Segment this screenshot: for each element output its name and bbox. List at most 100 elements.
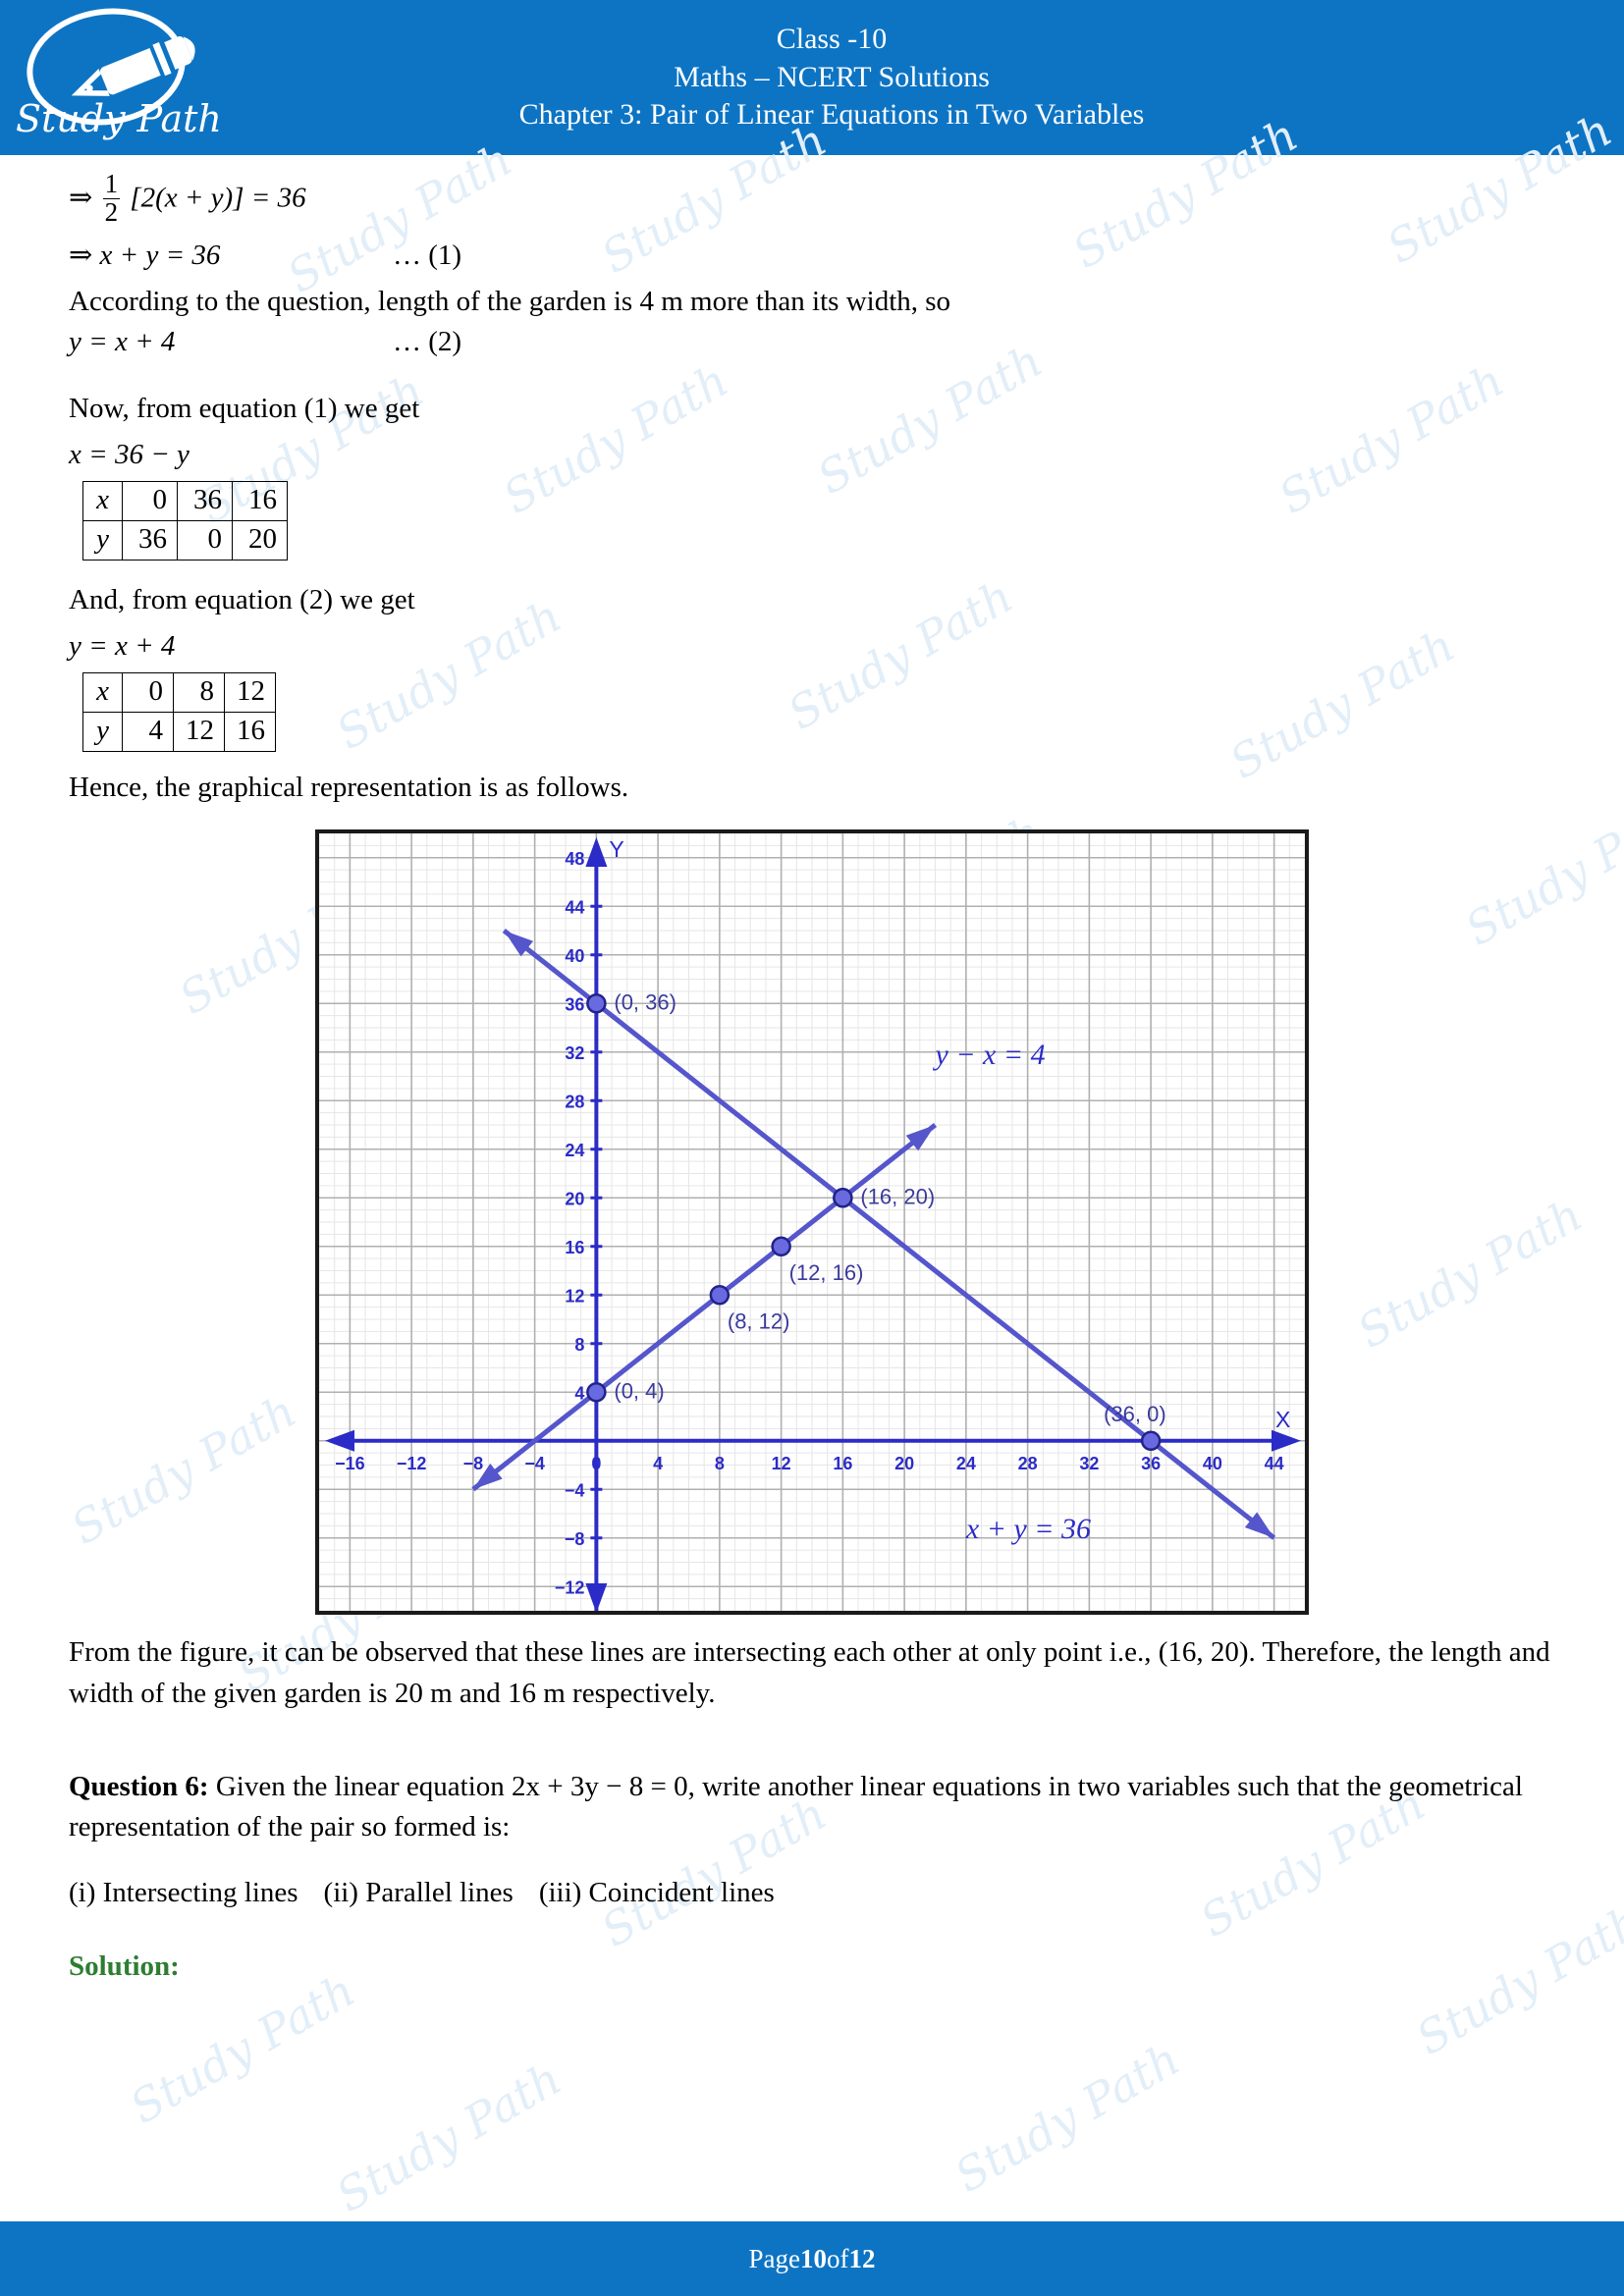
expression-y: y = x + 4	[69, 630, 176, 663]
y-tick-label: 36	[565, 995, 584, 1015]
equation-1: ⇒ x + y = 36	[69, 240, 221, 271]
point-marker	[1140, 1430, 1162, 1452]
point-label: (0, 36)	[614, 990, 677, 1015]
x-tick-label: 16	[833, 1454, 852, 1473]
footer-page-number: 10	[799, 2243, 827, 2273]
y-axis-arrow-up	[585, 837, 608, 868]
table2-row0-cell0: 0	[122, 672, 174, 714]
table1-row1-cell1: 0	[177, 519, 233, 561]
paragraph-from-figure: From the figure, it can be observed that…	[69, 1636, 1550, 1709]
fraction-denominator: 2	[102, 196, 121, 227]
equation-2-row: y = x + 4 … (2)	[69, 322, 1555, 362]
data-point-1-1	[709, 1285, 731, 1306]
x-tick-label: 8	[715, 1454, 725, 1473]
point-label: (36, 0)	[1104, 1402, 1166, 1426]
table2-row1-label: y	[82, 712, 123, 753]
y-tick-label: 44	[565, 898, 584, 918]
table2-row1-cell0: 4	[122, 712, 174, 753]
graph-frame: X Y −16 −12 −8 −4 0 4 8 12 16 20 24 28 32 36 40 44 −12 −8 −4…	[315, 829, 1309, 1616]
y-tick-label: 16	[565, 1238, 584, 1257]
x-tick-label: −4	[524, 1454, 545, 1473]
table1-row0-cell2: 16	[232, 480, 288, 521]
values-table-2: x 0 8 12 y 4 12 16	[82, 672, 276, 753]
watermark: Study Path	[121, 1963, 364, 2134]
x-axis-arrow-left	[325, 1430, 354, 1453]
coordinate-graph: XY−16 −12 −8 −4 0 4 8 12 16 20 24 28 32 36 40 44−12−8−4…	[319, 833, 1305, 1612]
expression-x: x = 36 − y	[69, 438, 189, 470]
choice-iii: (iii) Coincident lines	[538, 1877, 775, 1909]
equation-2: y = x + 4	[69, 326, 176, 358]
table1-row1-cell2: 20	[232, 519, 288, 561]
data-point-0-2	[1140, 1430, 1162, 1452]
x-tick-label: 36	[1141, 1454, 1161, 1473]
point-marker	[709, 1285, 731, 1306]
x-axis-arrow-right	[1272, 1430, 1301, 1453]
x-tick-label: 4	[653, 1454, 663, 1473]
y-tick-label: 24	[565, 1141, 584, 1160]
point-label: (12, 16)	[789, 1260, 864, 1285]
y-tick-label: −12	[555, 1578, 585, 1598]
x-tick-label: −8	[463, 1454, 484, 1473]
fraction-one-half: 1 2	[102, 169, 121, 227]
choice-ii: (ii) Parallel lines	[323, 1877, 514, 1909]
graph-container: X Y −16 −12 −8 −4 0 4 8 12 16 20 24 28 32 36 40 44 −12 −8 −4…	[69, 829, 1555, 1616]
choice-i: (i) Intersecting lines	[69, 1877, 298, 1909]
paragraph-according: According to the question, length of the…	[69, 286, 951, 318]
point-label: (8, 12)	[728, 1309, 790, 1334]
fraction-numerator: 1	[104, 169, 119, 198]
table1-row0-cell0: 0	[122, 480, 178, 521]
text-now-from-eq1: Now, from equation (1) we get	[69, 392, 420, 424]
equation-label-0: x + y = 36	[965, 1513, 1091, 1545]
text-and-from-eq2: And, from equation (2) we get	[69, 583, 415, 615]
data-point-1-0	[586, 1382, 607, 1403]
table-row: x 0 8 12	[82, 672, 276, 714]
x-tick-label: 0	[591, 1454, 601, 1473]
equation-label-1: y − x = 4	[933, 1040, 1046, 1072]
table2-row0-cell1: 8	[173, 672, 225, 714]
table1-row1-cell0: 36	[122, 519, 178, 561]
x-tick-label: 44	[1265, 1454, 1284, 1473]
y-axis-label: Y	[609, 836, 623, 862]
x-tick-label: 20	[894, 1454, 914, 1473]
footer-total-pages: 12	[848, 2243, 876, 2273]
equation-1-tag: … (1)	[393, 240, 462, 271]
data-point-1-3	[833, 1188, 853, 1208]
point-marker	[833, 1188, 853, 1208]
equation-1-row: ⇒ x + y = 36 … (1)	[69, 236, 1555, 276]
x-tick-label: 24	[956, 1454, 976, 1473]
table2-row0-label: x	[82, 672, 123, 714]
point-marker	[771, 1236, 791, 1257]
point-label: (16, 20)	[860, 1185, 935, 1209]
page-header: Study Path Class -10 Maths – NCERT Solut…	[0, 0, 1624, 155]
question-6-text: Given the linear equation 2x + 3y − 8 = …	[69, 1770, 1523, 1842]
table-row: y 4 12 16	[82, 712, 276, 753]
implies-arrow: ⇒	[69, 182, 93, 214]
x-tick-label: 28	[1018, 1454, 1038, 1473]
logo-wordmark: Study Path	[16, 97, 222, 140]
x-tick-label: −16	[335, 1454, 365, 1473]
data-point-1-2	[771, 1236, 791, 1257]
text-hence: Hence, the graphical representation is a…	[69, 772, 629, 804]
table2-row1-cell1: 12	[173, 712, 225, 753]
choices-row: (i) Intersecting lines (ii) Parallel line…	[69, 1873, 1555, 1913]
values-table-1: x 0 36 16 y 36 0 20	[82, 480, 288, 561]
page-content: ⇒ 1 2 [2(x + y)] = 36 ⇒ x + y = 36 … (1)…	[0, 155, 1624, 1987]
point-marker	[586, 1382, 607, 1403]
equation-half-rest: [2(x + y)] = 36	[130, 182, 306, 214]
table1-row0-cell1: 36	[177, 480, 233, 521]
footer-prefix: Page	[748, 2243, 800, 2273]
page-footer: Page 10 of 12	[0, 2221, 1624, 2296]
table1-row1-label: y	[82, 519, 123, 561]
y-tick-label: 48	[565, 849, 584, 869]
table-row: x 0 36 16	[82, 480, 288, 521]
watermark: Study Path	[946, 2032, 1189, 2203]
question-6-label: Question 6:	[69, 1770, 209, 1802]
equation-half: ⇒ 1 2 [2(x + y)] = 36	[69, 169, 1555, 227]
y-tick-label: 40	[565, 946, 584, 966]
equation-2-tag: … (2)	[393, 326, 462, 358]
question-6-block: Question 6: Given the linear equation 2x…	[69, 1767, 1555, 1847]
y-tick-label: 20	[565, 1190, 584, 1209]
solution-label: Solution:	[69, 1950, 180, 1983]
point-label: (0, 4)	[614, 1379, 664, 1404]
data-point-0-0	[586, 993, 607, 1014]
